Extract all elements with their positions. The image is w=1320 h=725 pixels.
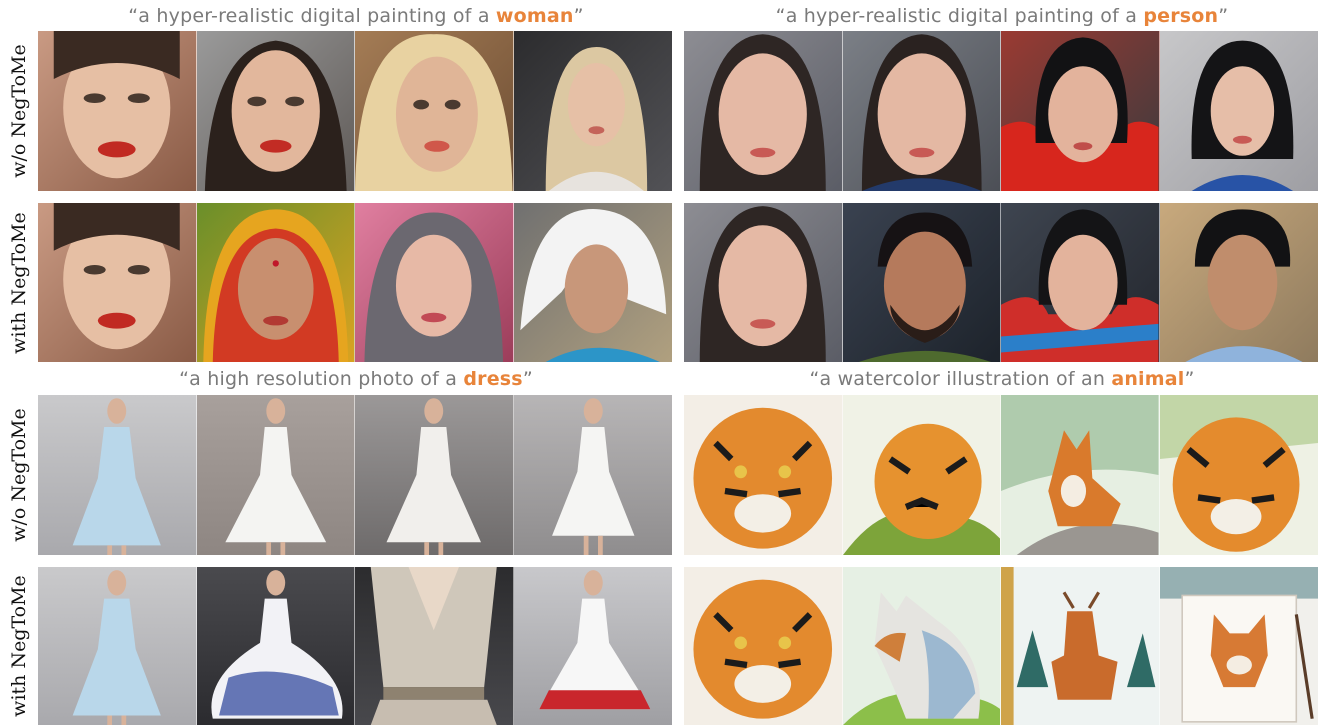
strip-dress-without bbox=[38, 395, 672, 555]
row-label-top-without: w/o NegToMe bbox=[8, 44, 31, 178]
strip-animal-without bbox=[684, 395, 1318, 555]
animal-without-image-1 bbox=[684, 395, 843, 555]
row-label-bottom-without: w/o NegToMe bbox=[8, 408, 31, 542]
strip-person-without bbox=[684, 31, 1318, 191]
title-person: “a hyper-realistic digital painting of a… bbox=[775, 5, 1229, 27]
animal-without-image-3 bbox=[1001, 395, 1160, 555]
woman-with-image-2 bbox=[196, 203, 355, 362]
dress-with-image-2 bbox=[196, 567, 355, 725]
woman-without-image-3 bbox=[355, 31, 514, 191]
dress-with-image-1 bbox=[38, 567, 197, 725]
title-animal: “a watercolor illustration of an animal” bbox=[809, 368, 1195, 390]
animal-without-image-2 bbox=[842, 395, 1001, 555]
title-dress: “a high resolution photo of a dress” bbox=[179, 368, 533, 390]
animal-with-image-2 bbox=[842, 567, 1001, 725]
person-without-image-2 bbox=[842, 31, 1001, 191]
strip-person-with bbox=[684, 203, 1318, 362]
person-with-image-3 bbox=[1001, 203, 1160, 362]
person-with-image-4 bbox=[1159, 203, 1318, 362]
woman-without-image-1 bbox=[38, 31, 197, 191]
woman-without-image-2 bbox=[196, 31, 355, 191]
strip-animal-with bbox=[684, 567, 1318, 725]
dress-without-image-4 bbox=[513, 395, 672, 555]
strip-woman-with bbox=[38, 203, 672, 362]
title-woman: “a hyper-realistic digital painting of a… bbox=[128, 5, 584, 27]
row-label-bottom-with: with NegToMe bbox=[8, 575, 30, 717]
title-animal-highlight: animal bbox=[1111, 368, 1185, 390]
animal-with-image-1 bbox=[684, 567, 843, 725]
strip-dress-with bbox=[38, 567, 672, 725]
title-woman-highlight: woman bbox=[495, 5, 574, 27]
dress-with-image-3 bbox=[355, 567, 514, 725]
woman-with-image-1 bbox=[38, 203, 197, 362]
animal-with-image-3 bbox=[1001, 567, 1160, 725]
woman-with-image-4 bbox=[513, 203, 672, 362]
dress-without-image-3 bbox=[355, 395, 514, 555]
dress-without-image-2 bbox=[196, 395, 355, 555]
strip-woman-without bbox=[38, 31, 672, 191]
woman-with-image-3 bbox=[355, 203, 514, 362]
person-with-image-2 bbox=[842, 203, 1001, 362]
title-dress-highlight: dress bbox=[463, 368, 523, 390]
title-person-highlight: person bbox=[1143, 5, 1219, 27]
person-without-image-4 bbox=[1159, 31, 1318, 191]
woman-without-image-4 bbox=[513, 31, 672, 191]
person-with-image-1 bbox=[684, 203, 843, 362]
animal-without-image-4 bbox=[1159, 395, 1318, 555]
person-without-image-1 bbox=[684, 31, 843, 191]
dress-without-image-1 bbox=[38, 395, 197, 555]
person-without-image-3 bbox=[1001, 31, 1160, 191]
animal-with-image-4 bbox=[1159, 567, 1318, 725]
dress-with-image-4 bbox=[513, 567, 672, 725]
row-label-top-with: with NegToMe bbox=[8, 211, 30, 354]
